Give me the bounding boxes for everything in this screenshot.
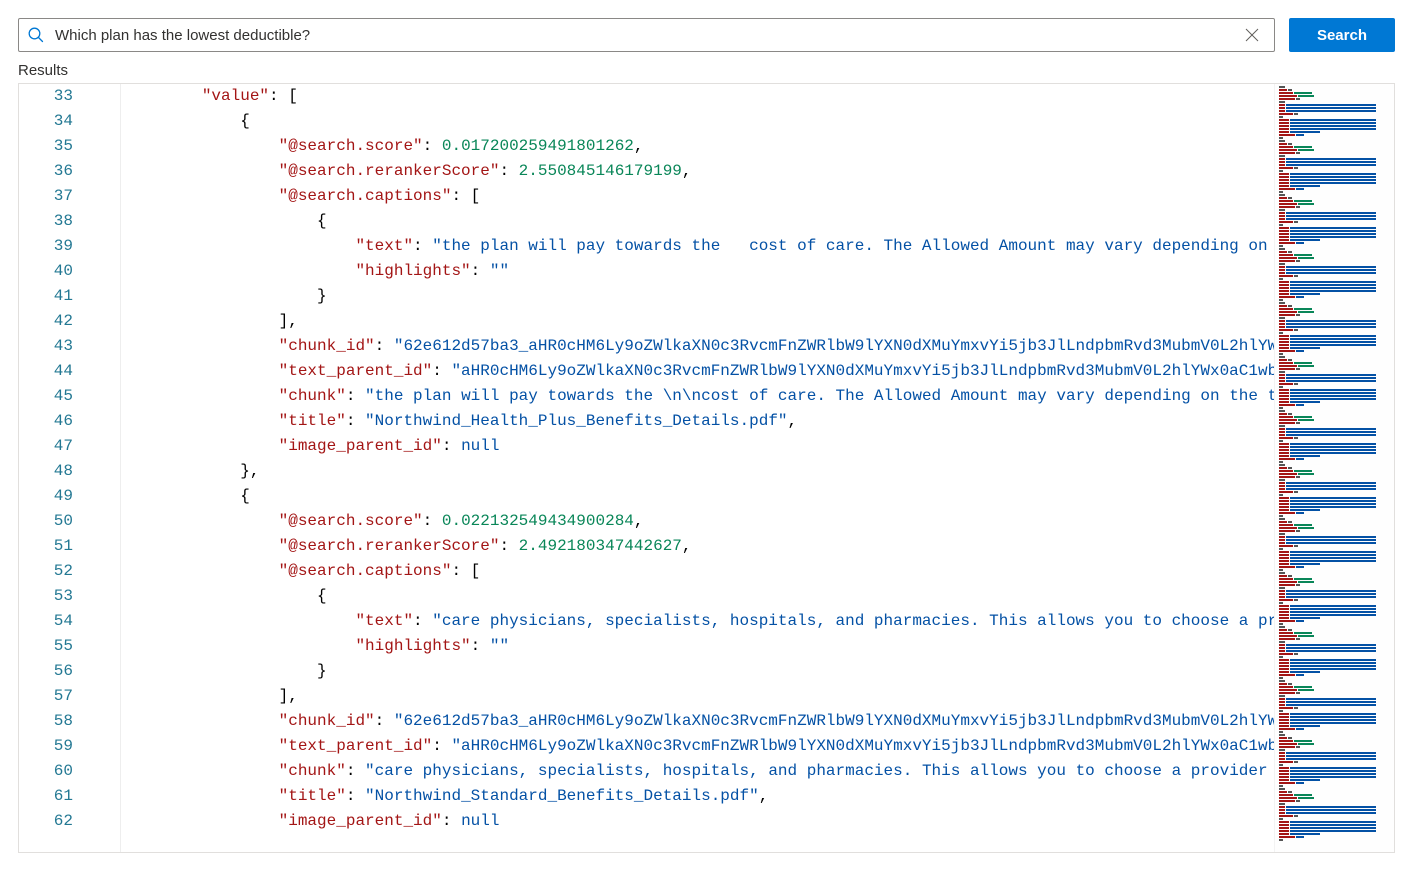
results-heading: Results	[0, 52, 1413, 83]
search-input[interactable]	[45, 27, 1238, 44]
search-icon	[27, 26, 45, 44]
clear-button[interactable]	[1238, 21, 1266, 49]
fold-column	[91, 84, 121, 852]
line-gutter: 3334353637383940414243444546474849505152…	[19, 84, 91, 852]
close-icon	[1245, 28, 1259, 42]
search-bar: Search	[0, 0, 1413, 52]
minimap[interactable]	[1274, 84, 1394, 852]
search-input-wrap[interactable]	[18, 18, 1275, 52]
search-button[interactable]: Search	[1289, 18, 1395, 52]
results-editor[interactable]: 3334353637383940414243444546474849505152…	[18, 83, 1395, 853]
code-area[interactable]: "value": [ { "@search.score": 0.01720025…	[121, 84, 1274, 852]
